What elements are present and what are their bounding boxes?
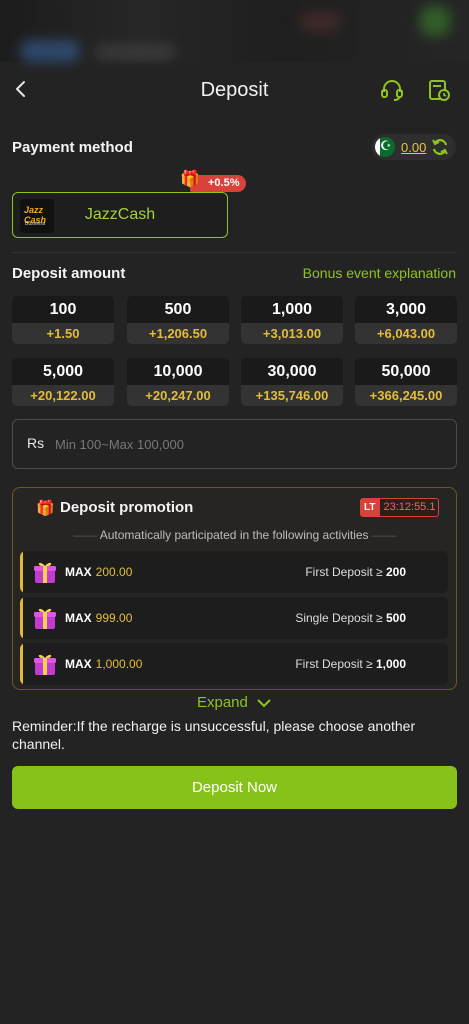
payment-method-name: JazzCash: [84, 206, 156, 223]
amount-value: 50,000: [355, 358, 457, 385]
row-accent-bar: [20, 643, 23, 685]
amount-bonus: +366,245.00: [355, 385, 457, 406]
promotion-condition: Single Deposit ≥ 500: [295, 611, 406, 625]
clipboard-clock-icon: [429, 80, 450, 101]
gift-icon: 🎁: [36, 500, 55, 517]
payment-method-label: Payment method: [12, 139, 133, 156]
max-value: 999.00: [95, 611, 133, 625]
amount-value: 10,000: [127, 358, 229, 385]
condition-text: First Deposit ≥: [295, 657, 373, 671]
amount-input[interactable]: [55, 432, 435, 456]
blurred-status-element: [420, 6, 450, 36]
promotion-title: Deposit promotion: [60, 499, 194, 516]
timer-tag: LT: [364, 502, 376, 513]
lightning-icon: LT: [360, 498, 380, 517]
max-value: 200.00: [95, 565, 133, 579]
amount-option-100[interactable]: 100 +1.50: [12, 296, 114, 344]
amount-bonus: +3,013.00: [241, 323, 343, 344]
balance-pill: 0.00: [372, 134, 456, 160]
deposit-history-button[interactable]: [425, 76, 453, 104]
currency-label: Rs: [27, 435, 45, 451]
subtitle-rule-left: ——: [73, 528, 100, 542]
max-label: MAX: [65, 565, 92, 579]
amount-bonus: +6,043.00: [355, 323, 457, 344]
amount-option-50000[interactable]: 50,000 +366,245.00: [355, 358, 457, 406]
gift-box-icon: [34, 654, 56, 675]
condition-threshold: 1,000: [375, 657, 406, 671]
max-value: 1,000.00: [95, 657, 143, 671]
amount-value: 3,000: [355, 296, 457, 323]
promotion-condition: First Deposit ≥ 200: [305, 565, 406, 579]
max-bonus: MAX 200.00: [65, 565, 132, 579]
amount-option-3000[interactable]: 3,000 +6,043.00: [355, 296, 457, 344]
amount-value: 500: [127, 296, 229, 323]
payment-method-jazzcash[interactable]: Jazz Cash Business JazzCash: [12, 192, 228, 238]
bonus-percent-text: +0.5%: [208, 177, 240, 189]
amount-bonus: +20,122.00: [12, 385, 114, 406]
bonus-percent-badge: 🎁 +0.5%: [180, 171, 246, 192]
blurred-status-element: [20, 40, 80, 62]
promotion-row[interactable]: MAX 1,000.00 First Deposit ≥ 1,000: [20, 643, 448, 685]
headset-icon: [381, 80, 403, 101]
amount-value: 30,000: [241, 358, 343, 385]
condition-threshold: 500: [385, 611, 406, 625]
top-header: Deposit: [0, 62, 469, 120]
status-bar: [0, 0, 469, 62]
chevron-down-icon: [257, 699, 271, 708]
promotion-row[interactable]: MAX 999.00 Single Deposit ≥ 500: [20, 597, 448, 639]
amount-bonus: +1,206.50: [127, 323, 229, 344]
gift-icon: 🎁: [180, 171, 200, 188]
promotion-subtitle: —— Automatically participated in the fol…: [12, 528, 457, 542]
deposit-now-button[interactable]: Deposit Now: [12, 766, 457, 809]
amount-option-10000[interactable]: 10,000 +20,247.00: [127, 358, 229, 406]
promotion-row[interactable]: MAX 200.00 First Deposit ≥ 200: [20, 551, 448, 593]
row-accent-bar: [20, 597, 23, 639]
blurred-status-element: [95, 44, 175, 60]
amount-bonus: +20,247.00: [127, 385, 229, 406]
amount-bonus: +1.50: [12, 323, 114, 344]
max-label: MAX: [65, 657, 92, 671]
timer-value: 23:12:55.1: [379, 498, 440, 517]
amount-bonus: +135,746.00: [241, 385, 343, 406]
promotion-timer: LT 23:12:55.1: [360, 498, 440, 517]
condition-threshold: 200: [385, 565, 406, 579]
deposit-amount-label: Deposit amount: [12, 265, 126, 282]
amount-option-5000[interactable]: 5,000 +20,122.00: [12, 358, 114, 406]
condition-text: First Deposit ≥: [305, 565, 383, 579]
reminder-text: Reminder:If the recharge is unsuccessful…: [12, 718, 416, 752]
max-label: MAX: [65, 611, 92, 625]
balance-value: 0.00: [401, 139, 427, 155]
bonus-event-explanation-link[interactable]: Bonus event explanation: [303, 265, 456, 281]
amount-option-30000[interactable]: 30,000 +135,746.00: [241, 358, 343, 406]
promotion-subtitle-text: Automatically participated in the follow…: [99, 528, 369, 542]
divider: [12, 252, 457, 253]
amount-input-box: Rs: [12, 419, 457, 469]
blurred-status-element: [300, 12, 340, 32]
promotion-condition: First Deposit ≥ 1,000: [295, 657, 406, 671]
expand-label: Expand: [196, 694, 248, 711]
amount-option-500[interactable]: 500 +1,206.50: [127, 296, 229, 344]
amount-value: 100: [12, 296, 114, 323]
pakistan-flag-icon: [375, 137, 395, 157]
customer-support-button[interactable]: [378, 76, 406, 104]
gift-box-icon: [34, 608, 56, 629]
amount-value: 1,000: [241, 296, 343, 323]
refresh-icon[interactable]: [430, 137, 450, 157]
amount-option-1000[interactable]: 1,000 +3,013.00: [241, 296, 343, 344]
amount-value: 5,000: [12, 358, 114, 385]
max-bonus: MAX 1,000.00: [65, 657, 142, 671]
subtitle-rule-right: ——: [368, 528, 396, 542]
condition-text: Single Deposit ≥: [295, 611, 383, 625]
row-accent-bar: [20, 551, 23, 593]
gift-box-icon: [34, 562, 56, 583]
expand-button[interactable]: Expand: [0, 694, 469, 711]
max-bonus: MAX 999.00: [65, 611, 132, 625]
